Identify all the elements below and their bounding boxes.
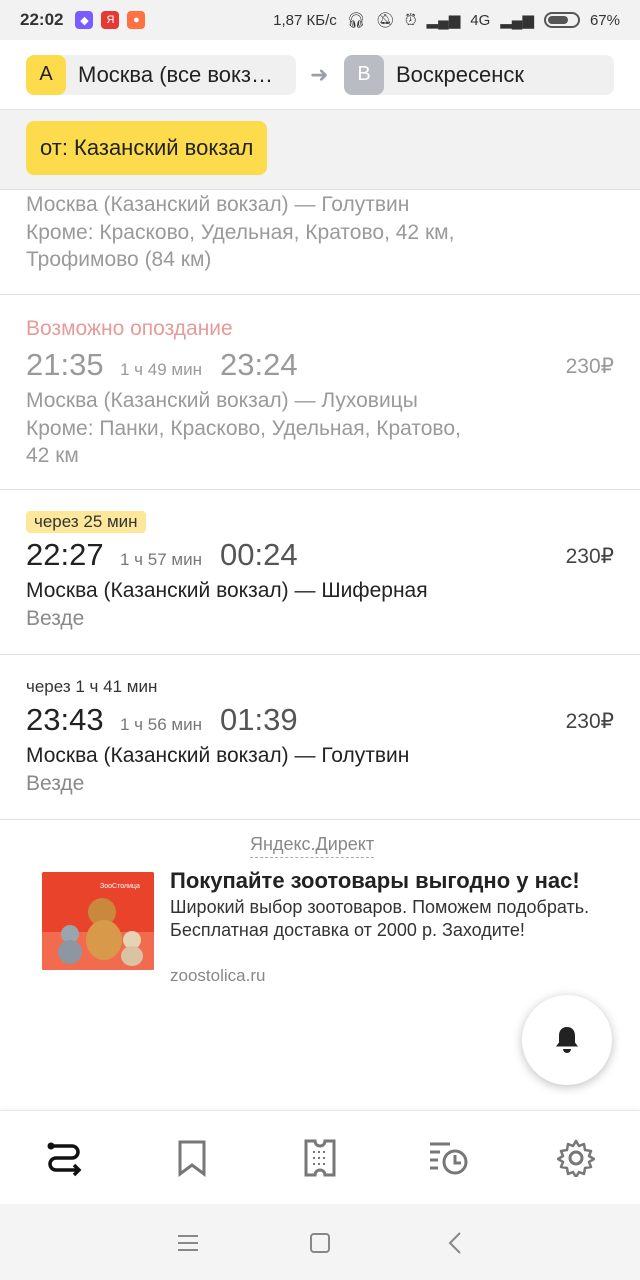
signal-icon: ▂▄▆ xyxy=(426,12,461,29)
to-point-field[interactable]: B Воскресенск xyxy=(344,54,614,95)
departure-time: 22:27 xyxy=(26,537,104,572)
arrival-time: 01:39 xyxy=(220,702,298,737)
network-speed: 1,87 КБ/с xyxy=(273,11,337,29)
ad-url[interactable]: zoostolica.ru xyxy=(170,966,265,986)
departure-time: 23:43 xyxy=(26,702,104,737)
from-point-label: Москва (все вокзалы) xyxy=(78,61,296,87)
battery-icon xyxy=(543,12,580,28)
tab-settings[interactable] xyxy=(551,1133,601,1183)
tab-history[interactable] xyxy=(423,1133,473,1183)
delay-status: Возможно опоздание xyxy=(26,317,233,340)
ticket-price: 230₽ xyxy=(565,710,614,733)
back-icon[interactable] xyxy=(440,1228,470,1258)
route-header: A Москва (все вокзалы) ➜ B Воскресенск xyxy=(0,40,640,110)
app-notification-icon: ● xyxy=(127,11,146,29)
departs-in-label: через 1 ч 41 мин xyxy=(26,677,158,696)
status-bar: 22:02 ◆ Я ● 1,87 КБ/с 🎧︎ 🔕︎ ⏰︎ ▂▄▆ 4G ▂▄… xyxy=(0,0,640,40)
menu-icon[interactable] xyxy=(173,1228,203,1258)
point-b-marker: B xyxy=(344,54,384,95)
train-stops: Везде xyxy=(26,772,85,795)
ticket-price: 230₽ xyxy=(565,355,614,378)
train-route: Москва (Казанский вокзал) — Шиферная xyxy=(26,579,428,602)
tab-tickets[interactable] xyxy=(295,1133,345,1183)
mute-icon: 🔕︎ xyxy=(375,12,395,29)
point-a-marker: A xyxy=(26,54,66,95)
ad-title[interactable]: Покупайте зоотовары выгодно у нас! xyxy=(170,868,580,894)
train-list-item[interactable]: Возможно опоздание 21:35 1 ч 49 мин 23:2… xyxy=(0,295,640,490)
trip-duration: 1 ч 49 мин xyxy=(120,360,202,379)
status-indicators: 1,87 КБ/с 🎧︎ 🔕︎ ⏰︎ ▂▄▆ 4G ▂▄▆ 67% xyxy=(273,11,620,30)
train-route: Москва (Казанский вокзал) — Голутвин xyxy=(26,193,410,216)
train-stops: Кроме: Панки, Красково, Удельная, Кратов… xyxy=(26,417,461,440)
ad-description[interactable]: Широкий выбор зоотоваров. Поможем подобр… xyxy=(170,896,590,942)
train-route: Москва (Казанский вокзал) — Голутвин xyxy=(26,744,410,767)
from-point-field[interactable]: A Москва (все вокзалы) xyxy=(26,54,296,95)
history-icon xyxy=(430,1142,468,1175)
tab-routes[interactable] xyxy=(39,1133,89,1183)
trip-duration: 1 ч 56 мин xyxy=(120,715,202,734)
train-stops: Трофимово (84 км) xyxy=(26,248,212,271)
ad-image-brand: ЗооСтолица xyxy=(100,883,140,890)
app-notification-icon: ◆ xyxy=(75,11,94,29)
route-icon xyxy=(47,1142,82,1177)
ad-source-label[interactable]: Яндекс.Директ xyxy=(250,834,375,858)
ticket-icon xyxy=(304,1139,336,1177)
headphones-icon: 🎧︎ xyxy=(346,12,366,29)
train-list-item[interactable]: через 25 мин 22:27 1 ч 57 мин 00:24 230₽… xyxy=(0,490,640,655)
bookmark-icon xyxy=(178,1140,206,1177)
train-stops: Кроме: Красково, Удельная, Кратово, 42 к… xyxy=(26,221,455,244)
home-icon[interactable] xyxy=(305,1228,335,1258)
to-point-label: Воскресенск xyxy=(396,61,525,87)
bell-icon xyxy=(556,1027,578,1053)
ticket-price: 230₽ xyxy=(565,545,614,568)
filter-bar: от: Казанский вокзал xyxy=(0,110,640,190)
train-route: Москва (Казанский вокзал) — Луховицы xyxy=(26,389,418,412)
tab-favorites[interactable] xyxy=(167,1133,217,1183)
station-filter-chip[interactable]: от: Казанский вокзал xyxy=(26,121,268,175)
departure-time: 21:35 xyxy=(26,347,104,382)
train-stops: 42 км xyxy=(26,444,79,467)
system-navigation-bar xyxy=(0,1204,640,1280)
network-type: 4G xyxy=(470,11,491,29)
bottom-tab-bar xyxy=(0,1110,640,1204)
notify-bell-button[interactable] xyxy=(522,995,612,1085)
status-time: 22:02 xyxy=(20,10,64,29)
train-list-item[interactable]: через 1 ч 41 мин 23:43 1 ч 56 мин 01:39 … xyxy=(0,655,640,820)
yandex-notification-icon: Я xyxy=(101,11,120,29)
battery-level: 67% xyxy=(589,11,620,29)
arrow-right-icon: ➜ xyxy=(310,61,329,87)
train-list-item[interactable]: Москва (Казанский вокзал) — Голутвин Кро… xyxy=(0,190,640,295)
trip-duration: 1 ч 57 мин xyxy=(120,550,202,569)
arrival-time: 23:24 xyxy=(220,347,298,382)
train-stops: Везде xyxy=(26,607,85,630)
ad-image[interactable]: ЗооСтолица xyxy=(42,872,154,970)
arrival-time: 00:24 xyxy=(220,537,298,572)
alarm-icon: ⏰︎ xyxy=(404,11,417,29)
departs-in-badge: через 25 мин xyxy=(26,511,146,533)
signal-icon: ▂▄▆ xyxy=(500,12,534,29)
settings-icon xyxy=(557,1139,595,1177)
